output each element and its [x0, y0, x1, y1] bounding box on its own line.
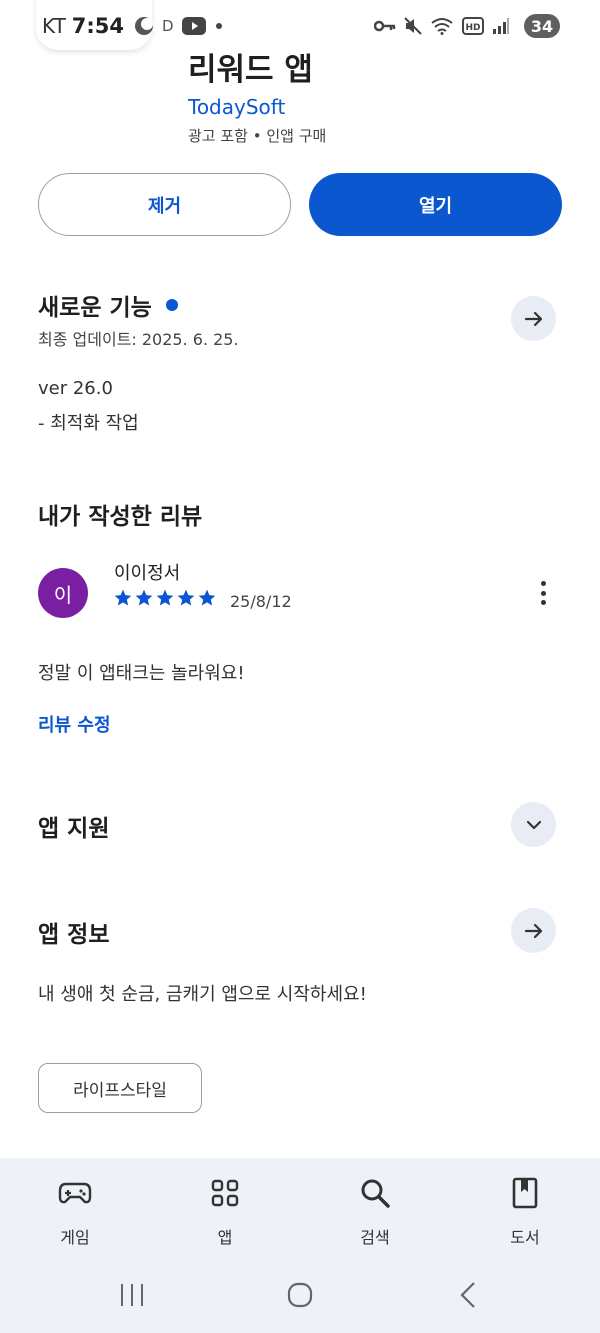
key-icon [374, 19, 396, 33]
app-info-title[interactable]: 앱 정보 [38, 915, 110, 949]
nav-apps[interactable]: 앱 [150, 1158, 300, 1258]
hd-icon: HD [462, 17, 484, 35]
edit-review-link[interactable]: 리뷰 수정 [38, 711, 111, 737]
wifi-icon [430, 17, 454, 35]
star-rating [113, 588, 218, 608]
bottom-navigation: 게임 앱 검색 도서 [0, 1158, 600, 1258]
last-updated: 최종 업데이트: 2025. 6. 25. [38, 330, 239, 349]
home-button[interactable] [284, 1280, 316, 1310]
new-indicator-dot [165, 299, 178, 311]
star-icon [177, 589, 195, 606]
whats-new-title: 새로운 기능 [38, 295, 152, 321]
whats-new-header[interactable]: 새로운 기능 [38, 288, 178, 322]
recent-apps-button[interactable] [116, 1280, 148, 1310]
back-button[interactable] [454, 1280, 482, 1310]
app-support-expand-button[interactable] [511, 802, 556, 847]
app-support-title[interactable]: 앱 지원 [38, 809, 110, 843]
app-description: 내 생애 첫 순금, 금캐기 앱으로 시작하세요! [38, 984, 367, 1005]
dot-icon [215, 23, 222, 29]
category-chip[interactable]: 라이프스타일 [38, 1063, 202, 1113]
version-text: ver 26.0 [38, 378, 113, 399]
nav-books[interactable]: 도서 [450, 1158, 600, 1258]
app-info-arrow-button[interactable] [511, 908, 556, 953]
arrow-right-icon [524, 923, 542, 938]
whats-new-arrow-button[interactable] [511, 296, 556, 341]
chevron-down-icon [526, 820, 541, 829]
developer-link[interactable]: TodaySoft [188, 95, 285, 119]
star-icon [198, 589, 216, 606]
star-icon [156, 589, 174, 606]
star-icon [114, 589, 132, 606]
youtube-icon [181, 17, 206, 35]
book-icon [508, 1176, 542, 1210]
arrow-right-icon [524, 311, 542, 326]
app-details-screen: KT 7:54 D HD 34 리워드 앱 TodaySoft 광고 포함 • … [0, 0, 600, 1333]
nav-games-label: 게임 [60, 1228, 90, 1247]
status-left: KT 7:54 D [42, 12, 222, 40]
carrier-label: KT [42, 14, 66, 38]
my-review-title: 내가 작성한 리뷰 [38, 504, 203, 530]
reviewer-name: 이이정서 [114, 563, 181, 584]
avatar: 이 [38, 568, 88, 618]
status-right: HD 34 [374, 12, 560, 40]
svg-text:HD: HD [465, 23, 480, 33]
apps-grid-icon [208, 1176, 242, 1210]
release-notes: - 최적화 작업 [38, 413, 139, 434]
mute-icon [404, 17, 422, 35]
nav-search[interactable]: 검색 [300, 1158, 450, 1258]
nav-books-label: 도서 [510, 1228, 540, 1247]
open-button[interactable]: 열기 [309, 173, 562, 236]
nav-apps-label: 앱 [217, 1228, 233, 1247]
nav-search-label: 검색 [360, 1228, 390, 1247]
system-navigation-bar [0, 1258, 600, 1333]
gamepad-icon [58, 1176, 92, 1210]
review-text: 정말 이 앱태크는 놀라워요! [38, 663, 245, 684]
nav-games[interactable]: 게임 [0, 1158, 150, 1258]
star-icon [135, 589, 153, 606]
search-icon [358, 1176, 392, 1210]
app-meta: 광고 포함 • 인앱 구매 [188, 127, 327, 145]
moon-icon [134, 16, 154, 36]
d-icon: D [162, 17, 174, 35]
review-date: 25/8/12 [230, 592, 292, 611]
app-title: 리워드 앱 [188, 52, 313, 88]
signal-icon [492, 17, 510, 35]
more-options-icon[interactable] [530, 578, 556, 608]
remove-button[interactable]: 제거 [38, 173, 291, 236]
clock: 7:54 [71, 14, 125, 38]
battery-indicator: 34 [524, 14, 560, 38]
